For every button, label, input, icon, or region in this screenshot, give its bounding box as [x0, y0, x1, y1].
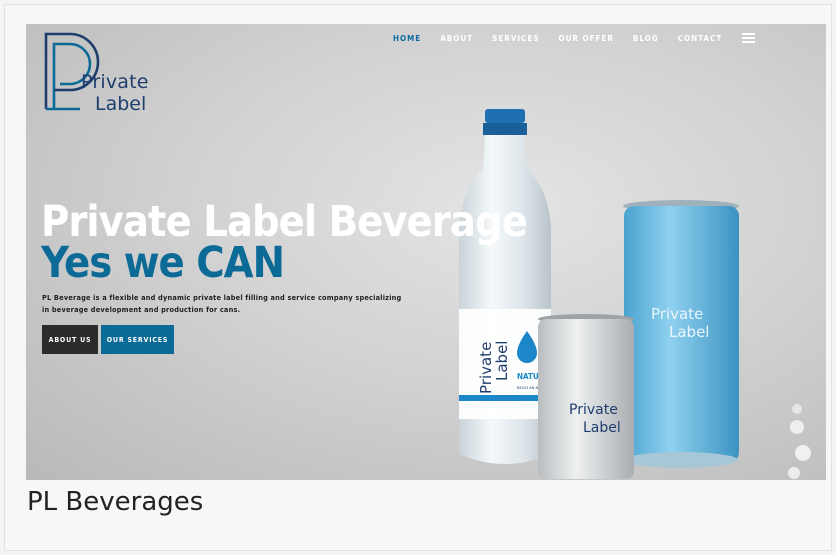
nav-contact[interactable]: CONTACT [678, 34, 722, 43]
nav-about[interactable]: ABOUT [440, 34, 473, 43]
hero-screenshot[interactable]: Private Label HOME ABOUT SERVICES OUR OF… [26, 24, 826, 480]
bottle-brand-line2: Label [493, 341, 511, 381]
hero-subheadline: Yes we CAN [41, 238, 285, 288]
hero-description: PL Beverage is a flexible and dynamic pr… [42, 294, 402, 314]
result-caption[interactable]: PL Beverages [27, 487, 203, 517]
nav-blog[interactable]: BLOG [633, 34, 659, 43]
nav-home[interactable]: HOME [393, 34, 421, 43]
logo-text-label: Label [95, 93, 147, 115]
silver-can-brand-line2: Label [583, 420, 621, 436]
logo-text-private: Private [81, 71, 149, 93]
silver-can-brand-line1: Private [569, 402, 618, 418]
about-us-button[interactable]: ABOUT US [42, 325, 98, 354]
blue-can: Private Label [623, 200, 739, 468]
blue-can-brand-line1: Private [651, 305, 703, 323]
hamburger-menu-icon[interactable] [742, 33, 756, 43]
our-services-button[interactable]: OUR SERVICES [101, 325, 174, 354]
site-logo[interactable]: Private Label [40, 26, 150, 116]
result-card: Private Label HOME ABOUT SERVICES OUR OF… [4, 4, 832, 551]
nav-our-offer[interactable]: OUR OFFER [558, 34, 613, 43]
main-nav: HOME ABOUT SERVICES OUR OFFER BLOG CONTA… [393, 33, 756, 43]
nav-services[interactable]: SERVICES [492, 34, 539, 43]
silver-can: Private Label [538, 314, 634, 479]
blue-can-brand-line2: Label [669, 323, 709, 341]
product-image: Private Label Private Label NATURELL REI… [459, 109, 811, 479]
